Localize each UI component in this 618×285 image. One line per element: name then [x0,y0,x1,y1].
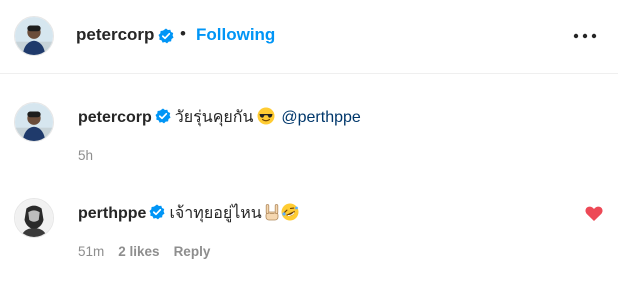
comment-username[interactable]: perthppe [78,205,146,222]
comment-body: petercorp วัยรุ่นคุยกัน @perthppe [78,107,361,128]
following-button[interactable]: Following [196,25,275,45]
verified-badge-icon [158,28,174,44]
post-header: petercorp • Following [0,0,618,74]
avatar[interactable] [14,102,54,142]
sign-of-horns-emoji-icon [263,203,281,221]
sunglasses-face-emoji-icon [257,107,275,125]
comment-username[interactable]: petercorp [78,109,152,126]
reply-button[interactable]: Reply [174,244,211,259]
more-options-icon[interactable] [572,28,598,44]
comment-time: 51m [78,244,105,259]
heart-icon[interactable] [585,206,603,222]
comment-body: perthppe เจ้าทุยอยู่ไหน [78,203,299,224]
avatar[interactable] [14,198,54,238]
mention-link[interactable]: @perthppe [281,109,360,126]
separator-dot: • [180,24,186,43]
post-comments-panel: petercorp • Following petercorp วัยรุ่นค… [0,0,618,285]
avatar[interactable] [14,16,54,56]
comment-time: 5h [78,148,94,163]
verified-badge-icon [149,204,165,220]
verified-badge-icon [155,108,171,124]
comment-text: วัยรุ่นคุยกัน [174,109,254,126]
comment-meta: 5h [78,148,107,163]
header-username[interactable]: petercorp [76,25,154,45]
rofl-face-emoji-icon [281,203,299,221]
comment-text: เจ้าทุยอยู่ไหน [169,205,262,222]
likes-count-link[interactable]: 2 likes [118,244,159,259]
comment-meta: 51m 2 likes Reply [78,244,224,259]
